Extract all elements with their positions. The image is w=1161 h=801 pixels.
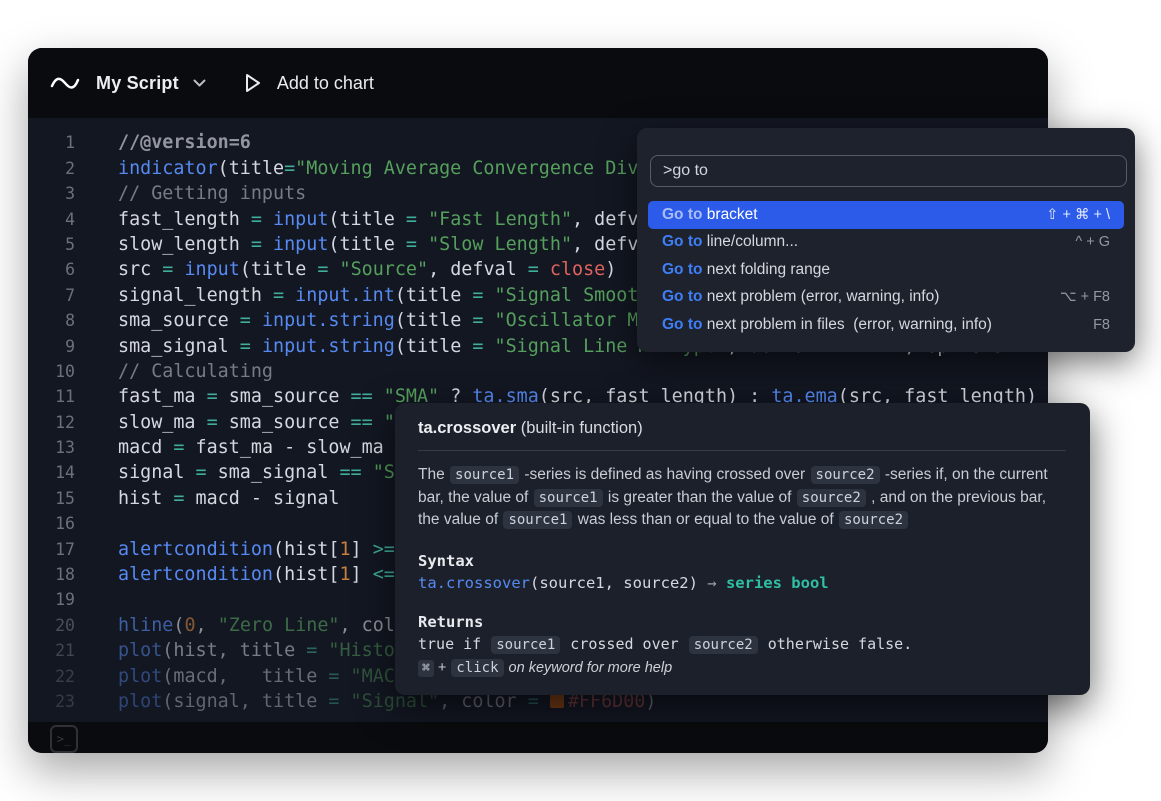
palette-item-shortcut: ⌥ + F8 [1060, 289, 1110, 305]
line-number: 12 [28, 410, 75, 435]
code-text: macd = fast_ma - slow_ma [118, 435, 384, 460]
tooltip-description: The source1 -series is defined as having… [418, 464, 1070, 532]
line-number: 5 [28, 232, 75, 257]
palette-item[interactable]: Go to next problem (error, warning, info… [648, 284, 1124, 312]
palette-item-shortcut: ⇧ + ⌘ + \ [1046, 207, 1110, 223]
function-tooltip: ta.crossover (built-in function) The sou… [395, 403, 1090, 695]
code-text: fast_length = input(title = "Fast Length… [118, 207, 727, 232]
line-number: 21 [28, 638, 75, 663]
add-to-chart-button[interactable]: Add to chart [277, 73, 374, 94]
line-number: 20 [28, 613, 75, 638]
tooltip-syntax-label: Syntax [418, 552, 1066, 570]
tooltip-help-hint: ⌘ + click on keyword for more help [418, 660, 1066, 676]
line-number: 1 [28, 130, 75, 155]
code-line[interactable]: 10 // Calculating [28, 359, 1048, 384]
palette-item-match: Go to [662, 261, 707, 279]
palette-item-label: next problem in files (error, warning, i… [707, 316, 992, 334]
console-icon[interactable]: >_ [50, 725, 78, 753]
color-swatch [550, 694, 564, 708]
line-number: 8 [28, 308, 75, 333]
line-number: 15 [28, 486, 75, 511]
line-number: 16 [28, 511, 75, 536]
tooltip-returns-label: Returns [418, 613, 1066, 631]
code-text: hist = macd - signal [118, 486, 339, 511]
palette-item[interactable]: Go to line/column... ^ + G [648, 229, 1124, 257]
palette-item-label: bracket [707, 206, 758, 224]
palette-item[interactable]: Go to next folding range [648, 256, 1124, 284]
line-number: 23 [28, 689, 75, 714]
code-text: src = input(title = "Source", defval = c… [118, 257, 616, 282]
line-number: 13 [28, 435, 75, 460]
line-number: 6 [28, 257, 75, 282]
line-number: 4 [28, 207, 75, 232]
line-number: 9 [28, 334, 75, 359]
palette-item-label: next folding range [707, 261, 830, 279]
line-number: 11 [28, 384, 75, 409]
palette-item[interactable]: Go to bracket ⇧ + ⌘ + \ [648, 201, 1124, 229]
line-number: 22 [28, 664, 75, 689]
line-number: 17 [28, 537, 75, 562]
line-number: 10 [28, 359, 75, 384]
code-text: //@version=6 [118, 130, 251, 155]
line-number: 2 [28, 156, 75, 181]
editor-bottom-bar: >_ [28, 722, 1048, 753]
palette-item-match: Go to [662, 316, 707, 334]
tooltip-function-name: ta.crossover [418, 419, 516, 437]
palette-item-match: Go to [662, 233, 707, 251]
palette-item-match: Go to [662, 206, 707, 224]
palette-item-shortcut: F8 [1093, 317, 1110, 333]
editor-toolbar: My Script Add to chart [28, 48, 1048, 118]
tooltip-title-suffix: (built-in function) [516, 419, 643, 437]
line-number: 7 [28, 283, 75, 308]
line-number: 18 [28, 562, 75, 587]
command-palette-input[interactable]: >go to [650, 155, 1127, 187]
line-number: 3 [28, 181, 75, 206]
indicator-wave-icon [50, 72, 80, 94]
tooltip-syntax-line: ta.crossover(source1, source2) → series … [418, 574, 1066, 593]
chevron-down-icon[interactable] [193, 79, 206, 88]
tooltip-title: ta.crossover (built-in function) [418, 419, 1066, 438]
code-text: // Calculating [118, 359, 273, 384]
palette-item-label: line/column... [707, 233, 798, 251]
command-palette-items: Go to bracket ⇧ + ⌘ + \ Go to line/column.… [637, 201, 1135, 339]
play-icon[interactable] [244, 73, 262, 93]
code-text: // Getting inputs [118, 181, 306, 206]
script-title[interactable]: My Script [96, 73, 179, 94]
palette-item-shortcut: ^ + G [1075, 234, 1110, 250]
palette-item-match: Go to [662, 288, 707, 306]
palette-item-label: next problem (error, warning, info) [707, 288, 940, 306]
palette-item[interactable]: Go to next problem in files (error, warn… [648, 311, 1124, 339]
command-palette: >go to Go to bracket ⇧ + ⌘ + \ Go to line/… [637, 128, 1135, 352]
line-number: 14 [28, 460, 75, 485]
code-text: slow_length = input(title = "Slow Length… [118, 232, 727, 257]
tooltip-divider [418, 450, 1066, 451]
tooltip-returns-line: true if source1 crossed over source2 oth… [418, 635, 1066, 654]
line-number: 19 [28, 587, 75, 612]
